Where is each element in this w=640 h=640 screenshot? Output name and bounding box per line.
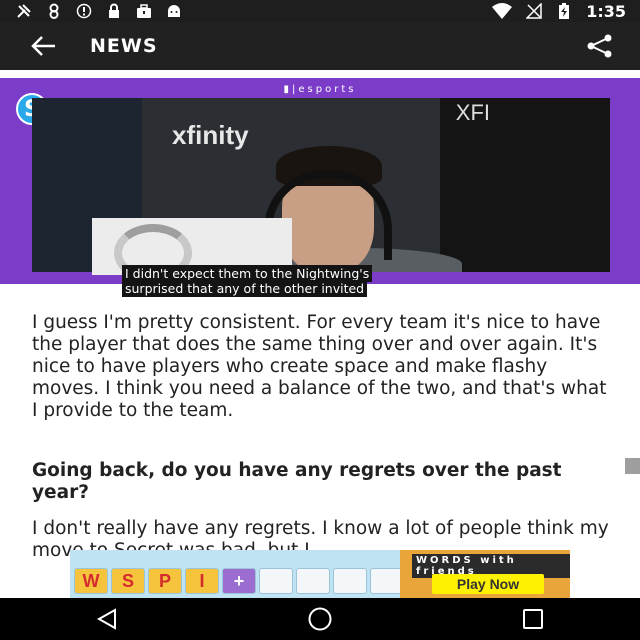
video-player[interactable]: ▮|esports S xfinity XFI I didn't expect …: [0, 78, 640, 297]
tools-icon: [17, 4, 31, 18]
ad-tile-empty: [370, 568, 404, 594]
share-button[interactable]: [580, 26, 620, 66]
ad-tile: W: [74, 568, 108, 594]
lock-icon: [109, 3, 119, 18]
briefcase-icon: [137, 4, 151, 18]
home-circle-icon: [308, 607, 332, 631]
ad-tile-row: W S P I +: [70, 568, 404, 594]
cloud-8-icon: [49, 3, 59, 19]
wifi-icon: [492, 3, 513, 19]
alert-icon: [76, 3, 92, 19]
share-icon: [587, 34, 612, 58]
back-arrow-icon: [31, 36, 55, 56]
ad-tile: S: [111, 568, 145, 594]
ad-tile: P: [148, 568, 182, 594]
nav-home-button[interactable]: [290, 599, 350, 639]
sponsor-banner-right: XFI: [455, 100, 490, 125]
page-title: NEWS: [90, 35, 158, 57]
android-icon: [168, 5, 180, 17]
status-time: 1:35: [586, 1, 626, 21]
ad-tile: +: [222, 568, 256, 594]
video-caption-line-2: surprised that any of the other invited: [122, 280, 368, 297]
status-bar: 1:35: [0, 0, 640, 22]
nav-recents-button[interactable]: [503, 599, 563, 639]
app-bar: NEWS: [0, 22, 640, 70]
ad-cta-panel[interactable]: WORDS with friends Play Now: [400, 550, 570, 598]
article-content[interactable]: ▮|esports S xfinity XFI I didn't expect …: [0, 70, 640, 598]
article-question: Going back, do you have any regrets over…: [32, 460, 562, 503]
ad-tile-empty: [333, 568, 367, 594]
ad-tile-empty: [296, 568, 330, 594]
system-nav-bar: [0, 598, 640, 640]
back-triangle-icon: [96, 608, 116, 630]
ad-banner[interactable]: W S P I + WORDS with friends Play Now: [70, 550, 570, 598]
ad-tile-empty: [259, 568, 293, 594]
battery-charging-icon: [559, 3, 570, 19]
article-paragraph: I guess I'm pretty consistent. For every…: [32, 312, 607, 421]
esports-brand-bar: ▮|esports: [283, 84, 357, 95]
recents-square-icon: [523, 609, 544, 629]
sponsor-banner: xfinity: [172, 120, 249, 150]
back-button[interactable]: [22, 24, 66, 68]
scrollbar-thumb[interactable]: [625, 458, 640, 474]
nav-back-button[interactable]: [77, 599, 137, 639]
play-now-button[interactable]: Play Now: [432, 574, 544, 594]
no-signal-icon: [526, 3, 542, 19]
ad-tile: I: [185, 568, 219, 594]
